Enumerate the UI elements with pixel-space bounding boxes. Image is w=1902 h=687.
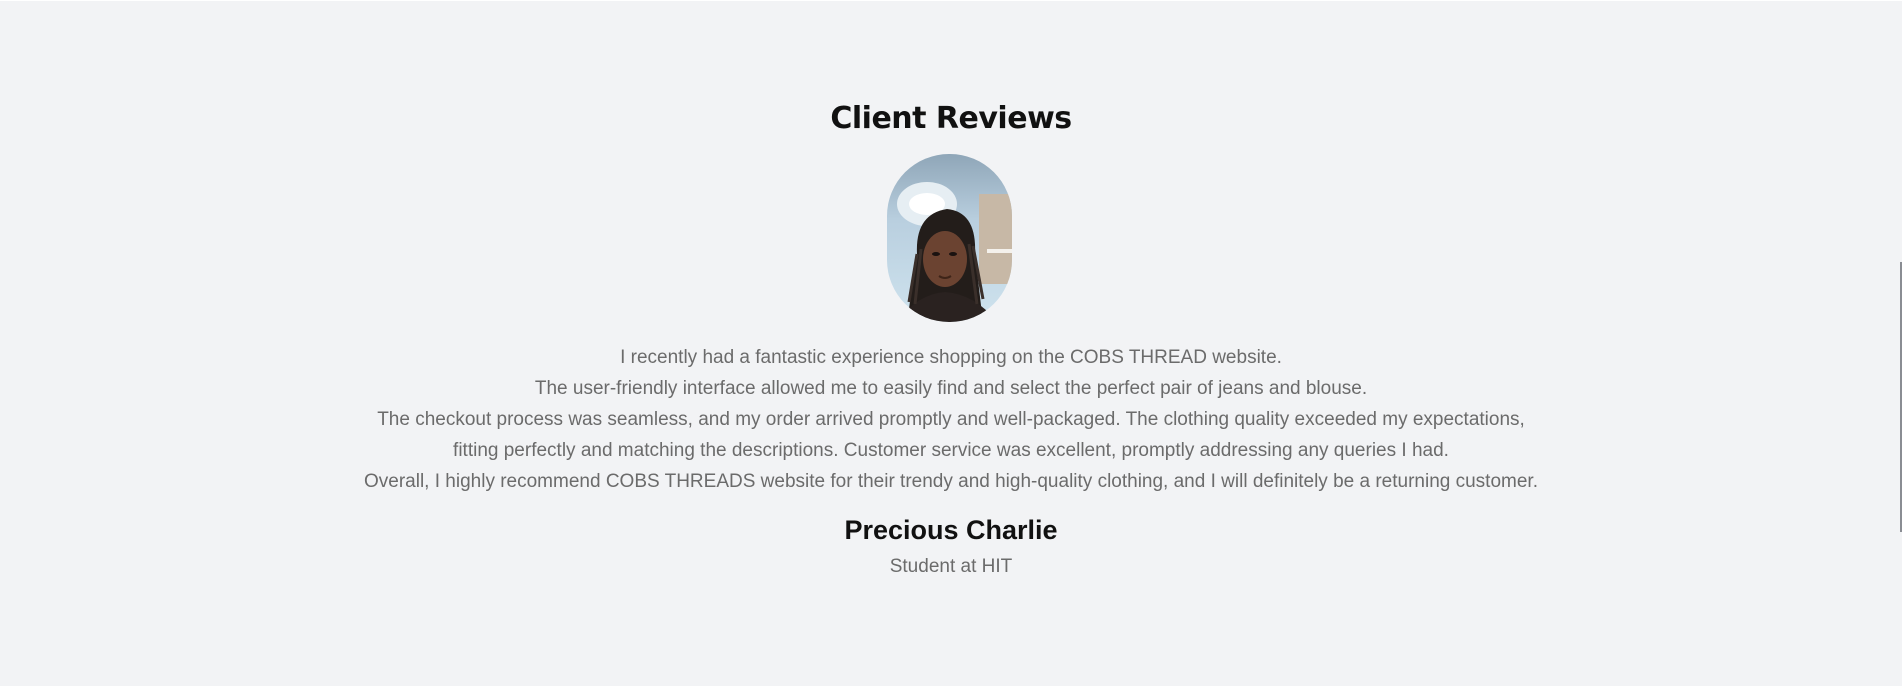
reviewer-role: Student at HIT: [889, 556, 1013, 577]
review-line: I recently had a fantastic experience sh…: [620, 347, 1282, 368]
review-line: The checkout process was seamless, and m…: [377, 409, 1525, 430]
review-line: Overall, I highly recommend COBS THREADS…: [364, 471, 1538, 492]
review-text: I recently had a fantastic experience sh…: [0, 342, 1902, 497]
reviewer-name: Precious Charlie: [844, 515, 1058, 545]
review-line: The user-friendly interface allowed me t…: [534, 378, 1368, 399]
reviewer-avatar: [887, 154, 1012, 322]
review-line: fitting perfectly and matching the descr…: [453, 440, 1449, 461]
section-title: Client Reviews: [830, 101, 1072, 136]
reviewer-photo: [897, 182, 1012, 322]
client-reviews-section: Client Reviews I recently had a fantasti…: [0, 0, 1902, 686]
